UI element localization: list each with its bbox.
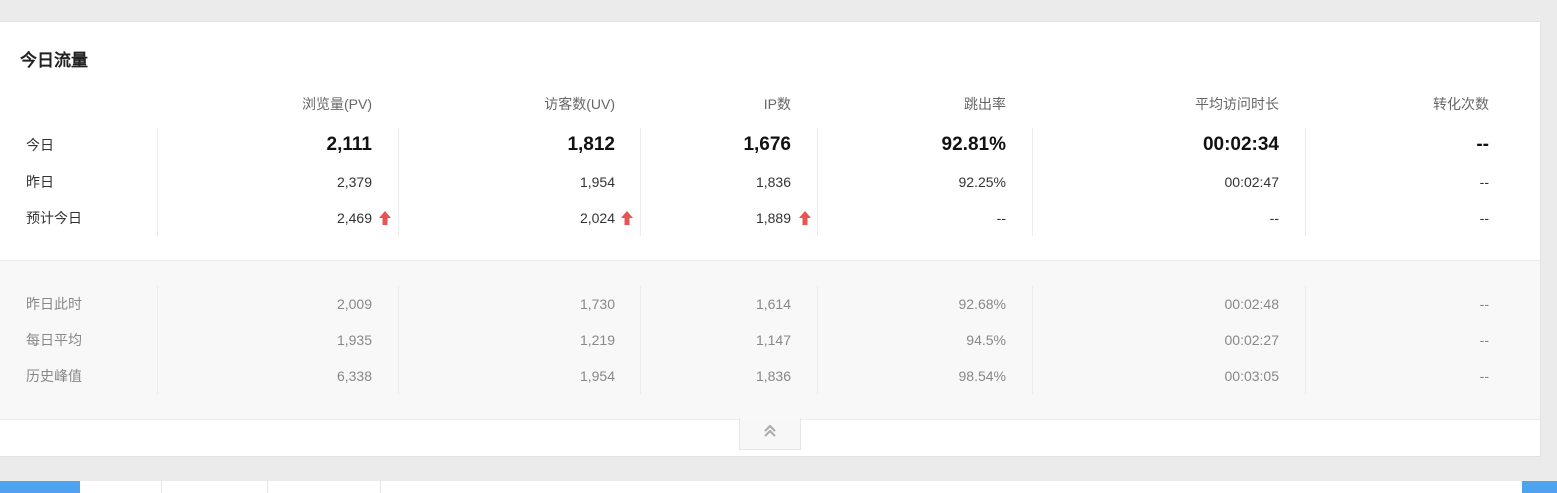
row-label: 今日 bbox=[26, 137, 54, 153]
tab[interactable] bbox=[162, 481, 268, 493]
row-label: 昨日 bbox=[26, 174, 54, 190]
value-conversions: -- bbox=[1479, 332, 1489, 348]
value-avg-duration: 00:02:27 bbox=[1224, 332, 1280, 348]
table-row-forecast: 预计今日 2,469 2,024 1,889 -- -- -- bbox=[0, 200, 1540, 236]
table-row-historical-peak: 历史峰值 6,338 1,954 1,836 98.54% 00:03:05 -… bbox=[0, 358, 1540, 394]
value-bounce-rate: 92.25% bbox=[958, 174, 1006, 190]
table-row-yesterday-same-time: 昨日此时 2,009 1,730 1,614 92.68% 00:02:48 -… bbox=[0, 286, 1540, 322]
table-row-daily-average: 每日平均 1,935 1,219 1,147 94.5% 00:02:27 -- bbox=[0, 322, 1540, 358]
value-pv: 6,338 bbox=[336, 368, 372, 384]
panel-title: 今日流量 bbox=[20, 51, 88, 70]
row-label: 每日平均 bbox=[26, 332, 82, 348]
value-avg-duration: 00:02:34 bbox=[1202, 134, 1279, 155]
value-uv: 1,954 bbox=[579, 174, 615, 190]
collapse-toggle-button[interactable] bbox=[739, 418, 801, 450]
row-label: 昨日此时 bbox=[26, 296, 82, 312]
value-conversions: -- bbox=[1479, 210, 1489, 226]
tab[interactable] bbox=[80, 481, 162, 493]
value-ip: 1,836 bbox=[755, 368, 791, 384]
value-conversions: -- bbox=[1479, 368, 1489, 384]
value-pv: 2,111 bbox=[326, 134, 372, 155]
row-label: 历史峰值 bbox=[26, 368, 82, 384]
value-ip: 1,147 bbox=[755, 332, 791, 348]
value-avg-duration: 00:02:47 bbox=[1224, 174, 1280, 190]
value-pv: 2,469 bbox=[336, 210, 372, 226]
tab-active[interactable] bbox=[0, 481, 80, 493]
value-ip: 1,836 bbox=[755, 174, 791, 190]
value-conversions: -- bbox=[1479, 174, 1489, 190]
value-ip: 1,614 bbox=[755, 296, 791, 312]
value-avg-duration: 00:02:48 bbox=[1224, 296, 1280, 312]
col-header-conversions: 转化次数 bbox=[1433, 96, 1489, 112]
value-ip: 1,676 bbox=[743, 134, 791, 155]
arrow-up-icon bbox=[379, 211, 391, 225]
value-pv: 2,379 bbox=[336, 174, 372, 190]
col-header-ip: IP数 bbox=[763, 96, 791, 112]
value-avg-duration: 00:03:05 bbox=[1224, 368, 1280, 384]
value-uv: 1,812 bbox=[567, 134, 615, 155]
value-bounce-rate: 94.5% bbox=[966, 332, 1006, 348]
col-header-bounce-rate: 跳出率 bbox=[964, 96, 1006, 112]
value-uv: 1,954 bbox=[579, 368, 615, 384]
value-bounce-rate: -- bbox=[996, 210, 1006, 226]
arrow-up-icon bbox=[799, 211, 811, 225]
col-header-pv: 浏览量(PV) bbox=[302, 96, 372, 112]
value-avg-duration: -- bbox=[1269, 210, 1279, 226]
double-chevron-up-icon bbox=[762, 424, 778, 443]
history-section: 昨日此时 2,009 1,730 1,614 92.68% 00:02:48 -… bbox=[0, 260, 1540, 420]
row-label: 预计今日 bbox=[26, 210, 82, 226]
tab[interactable] bbox=[268, 481, 381, 493]
value-uv: 1,730 bbox=[579, 296, 615, 312]
value-bounce-rate: 92.68% bbox=[958, 296, 1006, 312]
value-pv: 1,935 bbox=[336, 332, 372, 348]
scroll-top-button[interactable] bbox=[1522, 481, 1557, 493]
col-header-avg-duration: 平均访问时长 bbox=[1195, 96, 1279, 112]
table-header: 浏览量(PV) 访客数(UV) IP数 跳出率 平均访问时长 转化次数 bbox=[0, 86, 1540, 122]
value-ip: 1,889 bbox=[755, 210, 791, 226]
value-uv: 1,219 bbox=[579, 332, 615, 348]
table-row-today: 今日 2,111 1,812 1,676 92.81% 00:02:34 -- bbox=[0, 127, 1540, 163]
table-row-yesterday: 昨日 2,379 1,954 1,836 92.25% 00:02:47 -- bbox=[0, 164, 1540, 200]
bottom-tab-bar bbox=[0, 481, 1557, 493]
col-header-uv: 访客数(UV) bbox=[544, 96, 615, 112]
value-pv: 2,009 bbox=[336, 296, 372, 312]
today-traffic-panel: 今日流量 浏览量(PV) 访客数(UV) IP数 跳出率 平均访问时长 转化次数… bbox=[0, 21, 1541, 457]
value-uv: 2,024 bbox=[579, 210, 615, 226]
value-conversions: -- bbox=[1479, 296, 1489, 312]
arrow-up-icon bbox=[621, 211, 633, 225]
value-bounce-rate: 98.54% bbox=[958, 368, 1006, 384]
value-conversions: -- bbox=[1476, 134, 1489, 155]
value-bounce-rate: 92.81% bbox=[941, 134, 1006, 155]
